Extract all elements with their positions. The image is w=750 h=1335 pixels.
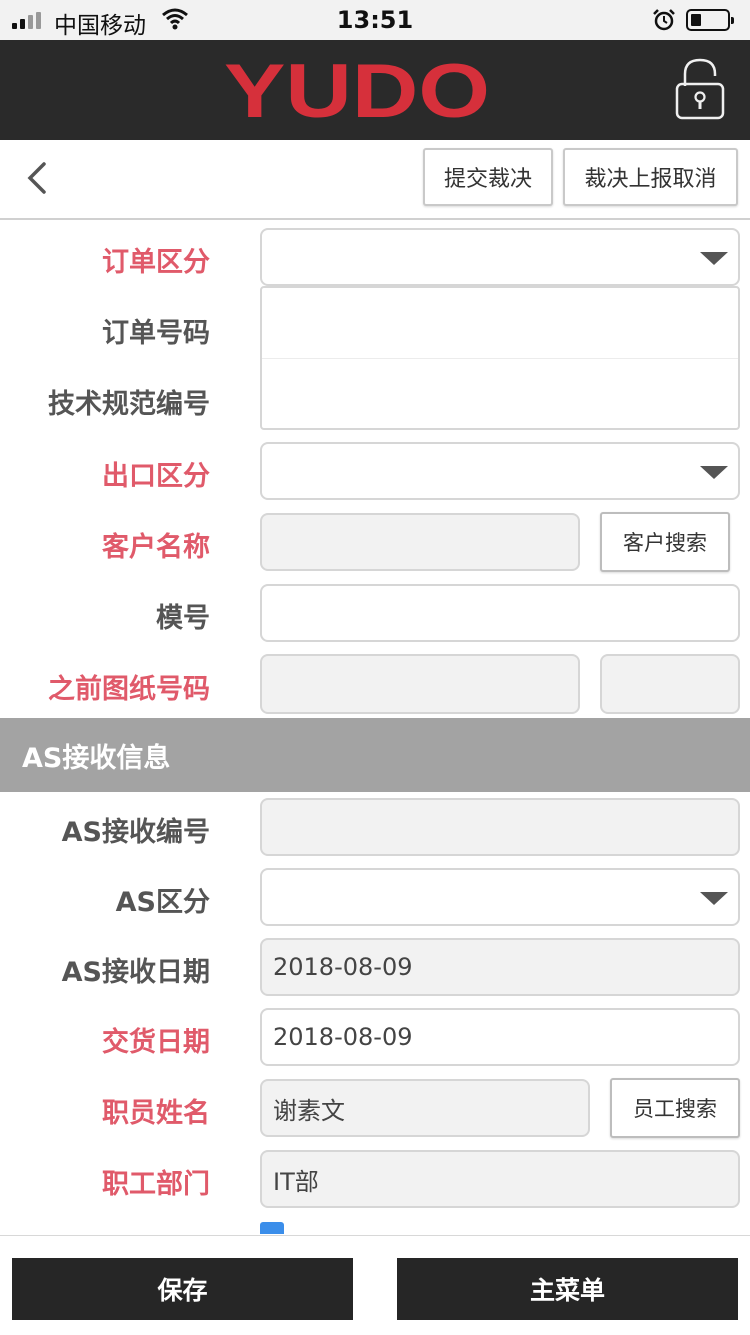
spec-number-label: 技术规范编号 — [48, 389, 210, 420]
chevron-down-icon — [700, 892, 728, 905]
employee-name-field[interactable]: 谢素文 — [260, 1079, 590, 1137]
previous-drawing-field-2[interactable] — [600, 654, 740, 714]
bottom-action-bar: 保存 主菜单 — [0, 1235, 750, 1335]
clock: 13:51 — [336, 6, 414, 34]
previous-drawing-label: 之前图纸号码 — [48, 674, 210, 705]
as-receipt-date-label: AS接收日期 — [61, 957, 210, 988]
employee-search-button[interactable]: 员工搜索 — [610, 1078, 740, 1138]
customer-name-field[interactable] — [260, 513, 580, 571]
export-type-label: 出口区分 — [102, 461, 210, 492]
as-receipt-no-label: AS接收编号 — [61, 817, 210, 848]
delivery-date-label: 交货日期 — [102, 1027, 210, 1058]
main-menu-button[interactable]: 主菜单 — [397, 1258, 738, 1320]
divider — [262, 358, 738, 359]
order-spec-group — [260, 286, 740, 430]
customer-name-label: 客户名称 — [102, 532, 210, 563]
order-type-select[interactable] — [260, 228, 740, 286]
delivery-date-field[interactable]: 2018-08-09 — [260, 1008, 740, 1066]
battery-icon — [686, 9, 734, 31]
model-no-field[interactable] — [260, 584, 740, 642]
as-receipt-no-field[interactable] — [260, 798, 740, 856]
submit-judgment-button[interactable]: 提交裁决 — [423, 148, 553, 206]
export-type-select[interactable] — [260, 442, 740, 500]
as-receipt-date-field[interactable]: 2018-08-09 — [260, 938, 740, 996]
model-no-label: 模号 — [156, 603, 210, 634]
as-type-select[interactable] — [260, 868, 740, 926]
department-label: 职工部门 — [102, 1169, 210, 1200]
status-bar: 中国移动 13:51 — [0, 0, 750, 40]
yudo-logo: YUDO — [224, 50, 490, 130]
previous-drawing-field[interactable] — [260, 654, 580, 714]
toolbar: 提交裁决 裁决上报取消 — [0, 140, 750, 220]
svg-text:YUDO: YUDO — [224, 50, 490, 130]
employee-name-label: 职员姓名 — [102, 1098, 210, 1129]
order-number-label: 订单号码 — [102, 318, 210, 349]
save-button[interactable]: 保存 — [12, 1258, 353, 1320]
lock-icon[interactable] — [675, 56, 725, 122]
checkbox[interactable] — [260, 1222, 284, 1234]
department-field[interactable]: IT部 — [260, 1150, 740, 1208]
alarm-icon — [653, 9, 675, 31]
as-section-header: AS接收信息 — [0, 718, 750, 792]
customer-search-button[interactable]: 客户搜索 — [600, 512, 730, 572]
as-type-label: AS区分 — [115, 887, 210, 918]
chevron-down-icon — [700, 252, 728, 265]
cancel-judgment-report-button[interactable]: 裁决上报取消 — [563, 148, 738, 206]
chevron-down-icon — [700, 466, 728, 479]
app-header: YUDO — [0, 40, 750, 140]
order-type-label: 订单区分 — [102, 247, 210, 278]
chevron-left-icon[interactable] — [22, 158, 52, 198]
